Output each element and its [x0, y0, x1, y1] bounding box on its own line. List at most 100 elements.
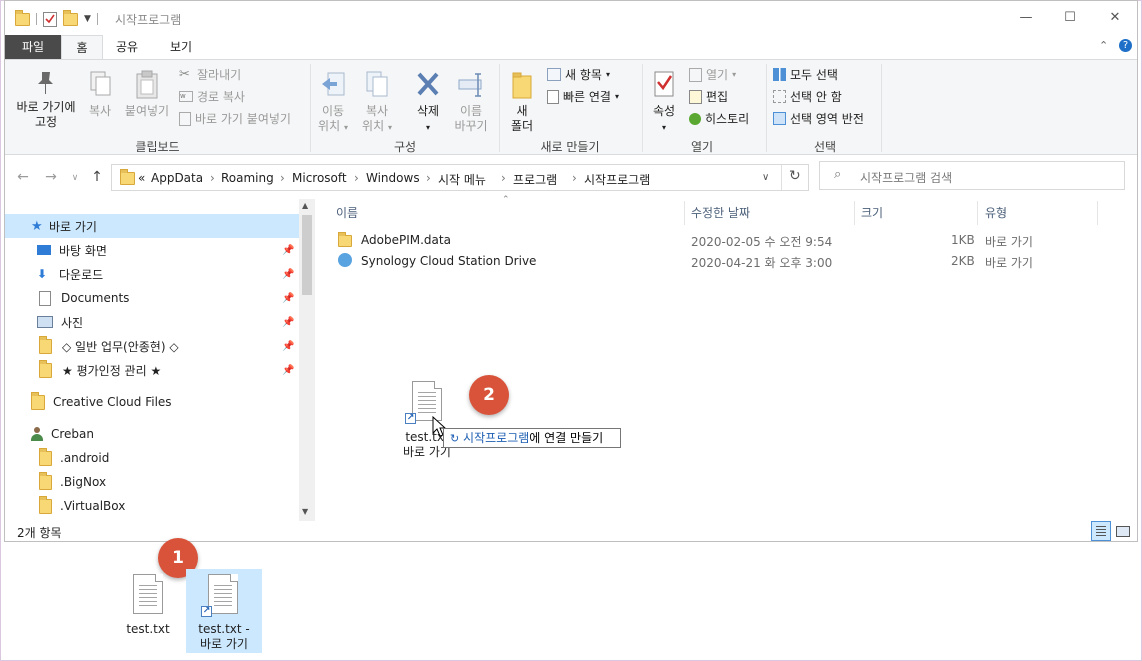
nav-user[interactable]: Creban: [5, 422, 299, 446]
edit-label: 편집: [706, 90, 729, 104]
move-to-button[interactable]: 이동 위치 ▾: [317, 70, 349, 135]
close-button[interactable]: ✕: [1100, 7, 1130, 29]
breadcrumb-chevron-icon[interactable]: ›: [501, 171, 506, 185]
breadcrumb-chevron-icon[interactable]: ›: [426, 171, 431, 185]
rename-label-1: 이름: [459, 104, 483, 118]
properties-qa-icon[interactable]: [43, 11, 57, 27]
nav-scrollbar-thumb[interactable]: [302, 215, 312, 295]
forward-arrow-icon[interactable]: →: [41, 169, 61, 185]
pin-to-quick-access-button[interactable]: 바로 가기에 고정: [11, 70, 81, 130]
nav-quick-access[interactable]: ★ 바로 가기: [5, 214, 299, 238]
breadcrumb-windows[interactable]: Windows: [366, 171, 420, 185]
breadcrumb-overflow[interactable]: «: [138, 171, 145, 185]
breadcrumb-microsoft[interactable]: Microsoft: [292, 171, 347, 185]
nav-android-folder[interactable]: .android: [5, 446, 299, 470]
column-divider[interactable]: [854, 201, 855, 225]
properties-button[interactable]: 속성 ▾: [647, 70, 681, 135]
tab-file[interactable]: 파일: [5, 35, 61, 59]
easy-access-button[interactable]: 빠른 연결 ▾: [547, 88, 619, 105]
breadcrumb-start-menu[interactable]: 시작 메뉴: [438, 171, 486, 188]
breadcrumb-programs[interactable]: 프로그램: [513, 171, 557, 188]
breadcrumb-startup[interactable]: 시작프로그램: [584, 171, 650, 188]
new-item-button[interactable]: 새 항목 ▾: [547, 66, 610, 83]
nav-virtualbox-folder[interactable]: .VirtualBox: [5, 494, 299, 518]
copy-button[interactable]: 복사: [85, 70, 115, 119]
help-icon[interactable]: ?: [1119, 39, 1132, 52]
nav-pictures[interactable]: 사진 📌: [5, 310, 299, 334]
nav-scrollbar[interactable]: ▲ ▼: [299, 199, 315, 521]
breadcrumb-appdata[interactable]: AppData: [151, 171, 203, 185]
organize-group-label: 구성: [393, 140, 417, 154]
pin-icon[interactable]: 📌: [282, 365, 294, 376]
pin-icon[interactable]: 📌: [282, 317, 294, 328]
column-modified[interactable]: 수정한 날짜: [691, 201, 750, 225]
invert-selection-button[interactable]: 선택 영역 반전: [773, 110, 864, 127]
breadcrumb-chevron-icon[interactable]: ›: [210, 171, 215, 185]
minimize-button[interactable]: —: [1011, 7, 1041, 29]
up-arrow-icon[interactable]: ↑: [87, 169, 107, 185]
folder-icon: [39, 359, 52, 378]
cut-button[interactable]: ✂ 잘라내기: [179, 66, 241, 83]
breadcrumb-chevron-icon[interactable]: ›: [354, 171, 359, 185]
ribbon-separator: [499, 64, 500, 152]
details-view-button[interactable]: [1091, 521, 1111, 541]
select-none-button[interactable]: 선택 안 함: [773, 88, 842, 105]
file-row[interactable]: AdobePIM.data 2020-02-05 수 오전 9:54 1KB 바…: [335, 230, 1075, 251]
history-button[interactable]: 히스토리: [689, 110, 749, 127]
pin-icon[interactable]: 📌: [282, 269, 294, 280]
pin-icon[interactable]: 📌: [282, 245, 294, 256]
documents-icon: [39, 290, 51, 306]
tab-view[interactable]: 보기: [159, 35, 203, 59]
nav-downloads[interactable]: ⬇ 다운로드 📌: [5, 262, 299, 286]
recent-locations-icon[interactable]: ∨: [65, 173, 85, 183]
new-folder-label-2: 폴더: [510, 119, 534, 133]
open-button[interactable]: 열기 ▾: [689, 66, 736, 83]
refresh-icon[interactable]: ↻: [789, 168, 801, 184]
new-folder-qa-icon[interactable]: [63, 9, 78, 26]
column-divider[interactable]: [684, 201, 685, 225]
nav-eval-folder[interactable]: ★ 평가인정 관리 ★ 📌: [5, 358, 299, 382]
column-divider[interactable]: [1097, 201, 1098, 225]
scroll-up-icon[interactable]: ▲: [302, 201, 308, 210]
nav-desktop[interactable]: 바탕 화면 📌: [5, 238, 299, 262]
nav-creative-cloud[interactable]: Creative Cloud Files: [5, 390, 299, 414]
select-all-button[interactable]: 모두 선택: [773, 66, 838, 83]
column-type[interactable]: 유형: [985, 201, 1007, 225]
collapse-ribbon-icon[interactable]: ⌃: [1099, 39, 1108, 52]
edit-button[interactable]: 편집: [689, 88, 728, 105]
rename-button[interactable]: 이름 바꾸기: [451, 70, 491, 134]
shortcut-file-icon: [338, 232, 352, 247]
large-icons-view-button[interactable]: [1113, 521, 1133, 541]
breadcrumb-chevron-icon[interactable]: ›: [572, 171, 577, 185]
copy-path-button[interactable]: w 경로 복사: [179, 88, 245, 105]
paste-button[interactable]: 붙여넣기: [121, 70, 173, 119]
desktop-shortcut-selected[interactable]: ↗ test.txt - 바로 가기: [186, 569, 262, 653]
pin-icon[interactable]: 📌: [282, 293, 294, 304]
paste-shortcut-button[interactable]: 바로 가기 붙여넣기: [179, 110, 291, 127]
select-group-label: 선택: [813, 140, 837, 154]
address-bar[interactable]: « AppData › Roaming › Microsoft › Window…: [111, 164, 809, 191]
search-box[interactable]: ⌕ 시작프로그램 검색: [819, 161, 1125, 190]
tab-home[interactable]: 홈: [61, 35, 103, 59]
back-arrow-icon[interactable]: ←: [13, 169, 33, 185]
breadcrumb-roaming[interactable]: Roaming: [221, 171, 274, 185]
nav-bignox-folder[interactable]: .BigNox: [5, 470, 299, 494]
copy-to-button[interactable]: 복사 위치 ▾: [359, 70, 395, 135]
delete-button[interactable]: 삭제 ▾: [411, 70, 445, 135]
paste-label: 붙여넣기: [124, 104, 170, 118]
qa-dropdown-icon[interactable]: ▼: [84, 14, 91, 24]
breadcrumb-chevron-icon[interactable]: ›: [280, 171, 285, 185]
column-divider[interactable]: [977, 201, 978, 225]
nav-work-folder[interactable]: ◇ 일반 업무(안종현) ◇ 📌: [5, 334, 299, 358]
maximize-button[interactable]: ☐: [1055, 7, 1085, 29]
pin-icon[interactable]: 📌: [282, 341, 294, 352]
column-name[interactable]: 이름: [336, 201, 358, 225]
nav-documents[interactable]: Documents 📌: [5, 286, 299, 310]
new-folder-button[interactable]: 새 폴더: [505, 70, 539, 134]
file-row[interactable]: Synology Cloud Station Drive 2020-04-21 …: [335, 251, 1075, 272]
search-input[interactable]: 시작프로그램 검색: [860, 169, 952, 186]
column-size[interactable]: 크기: [861, 201, 883, 225]
address-dropdown-icon[interactable]: ∨: [762, 172, 769, 183]
scroll-down-icon[interactable]: ▼: [302, 507, 308, 516]
tab-share[interactable]: 공유: [107, 35, 147, 59]
